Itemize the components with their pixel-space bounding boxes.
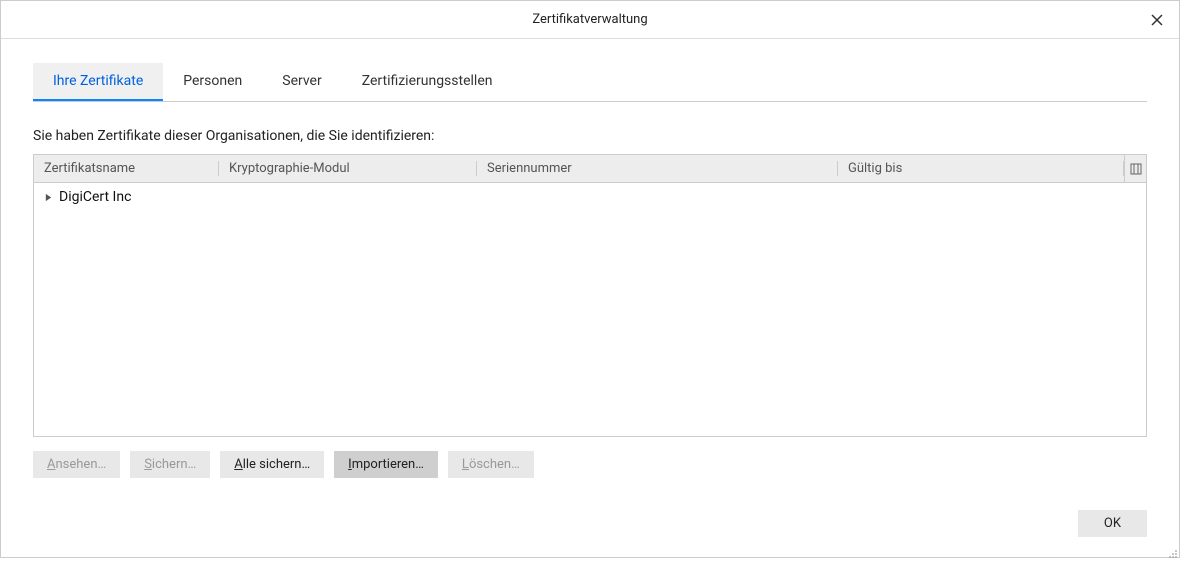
- backup-all-button[interactable]: Alle sichern…: [220, 451, 324, 478]
- table-body: DigiCert Inc: [34, 183, 1146, 436]
- col-header-crypto[interactable]: Kryptographie-Modul: [219, 161, 477, 176]
- col-header-valid[interactable]: Gültig bis: [838, 161, 1124, 176]
- delete-button: Löschen…: [448, 451, 534, 478]
- resize-grip[interactable]: [1166, 544, 1178, 556]
- tab-authorities[interactable]: Zertifizierungsstellen: [342, 63, 513, 101]
- titlebar: Zertifikatverwaltung: [1, 1, 1179, 39]
- column-picker-button[interactable]: [1124, 155, 1146, 182]
- view-button: Ansehen…: [33, 451, 120, 478]
- table-row[interactable]: DigiCert Inc: [34, 183, 1146, 211]
- close-button[interactable]: [1145, 8, 1169, 32]
- import-button[interactable]: Importieren…: [334, 451, 438, 478]
- certificate-manager-dialog: Zertifikatverwaltung Ihre Zertifikate Pe…: [0, 0, 1180, 558]
- dialog-content: Ihre Zertifikate Personen Server Zertifi…: [1, 39, 1179, 494]
- certificate-table: Zertifikatsname Kryptographie-Modul Seri…: [33, 154, 1147, 437]
- column-picker-icon: [1130, 163, 1142, 175]
- action-buttons: Ansehen… Sichern… Alle sichern… Importie…: [33, 451, 1147, 478]
- row-label: DigiCert Inc: [59, 189, 131, 205]
- tab-bar: Ihre Zertifikate Personen Server Zertifi…: [33, 63, 1147, 102]
- tab-people[interactable]: Personen: [163, 63, 262, 101]
- resize-grip-icon: [1166, 547, 1178, 559]
- tab-description: Sie haben Zertifikate dieser Organisatio…: [33, 128, 1147, 144]
- col-header-serial[interactable]: Seriennummer: [477, 161, 838, 176]
- dialog-title: Zertifikatverwaltung: [532, 12, 647, 27]
- dialog-footer: OK: [1, 494, 1179, 557]
- col-header-name[interactable]: Zertifikatsname: [34, 161, 219, 176]
- tab-servers[interactable]: Server: [262, 63, 341, 101]
- close-icon: [1151, 14, 1163, 26]
- backup-button: Sichern…: [130, 451, 210, 478]
- tab-your-certificates[interactable]: Ihre Zertifikate: [33, 63, 163, 101]
- table-header: Zertifikatsname Kryptographie-Modul Seri…: [34, 155, 1146, 183]
- ok-button[interactable]: OK: [1078, 510, 1147, 537]
- chevron-right-icon[interactable]: [44, 193, 53, 202]
